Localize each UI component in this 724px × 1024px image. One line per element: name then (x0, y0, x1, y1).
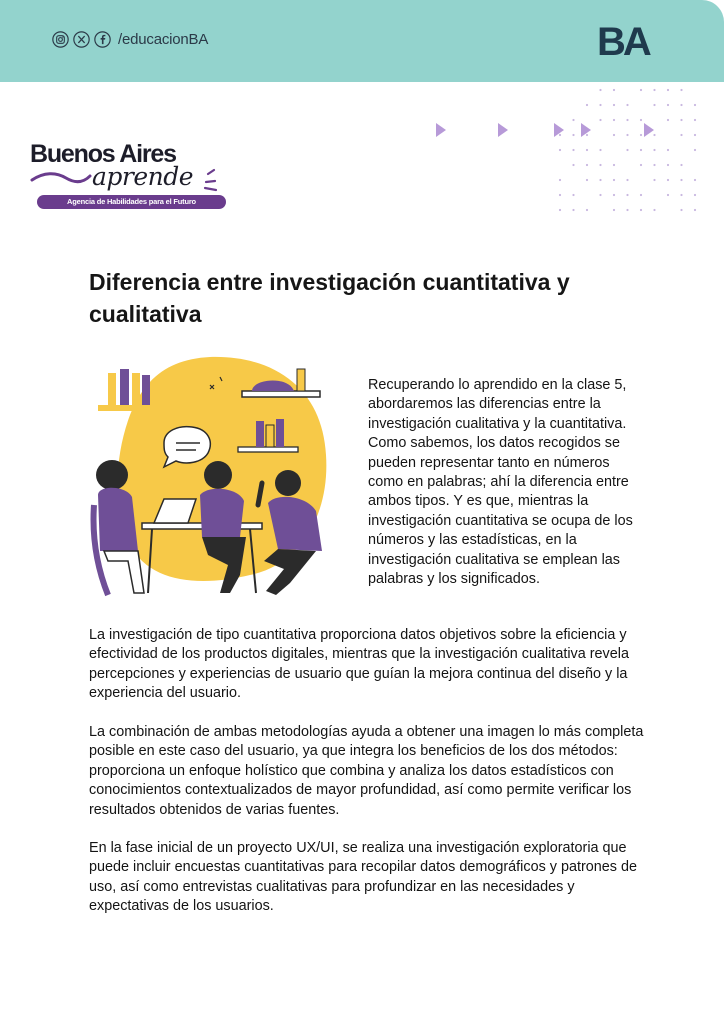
grid-dot (558, 133, 562, 137)
grid-dot (680, 208, 683, 212)
ba-logo: BA (597, 24, 654, 58)
grid-dot (626, 208, 629, 212)
body-paragraph-1: La investigación de tipo cuantitativa pr… (89, 627, 629, 702)
x-icon[interactable] (73, 31, 90, 48)
grid-dot (639, 88, 643, 92)
grid-dot (653, 103, 656, 107)
grid-dot (666, 103, 670, 107)
grid-dot (653, 148, 656, 152)
decorative-dot-grid (558, 88, 697, 212)
grid-dot (612, 208, 616, 212)
grid-dot (558, 208, 562, 212)
grid-dot (639, 148, 643, 152)
grid-dot (639, 208, 643, 212)
grid-dot (572, 118, 575, 122)
grid-dot (599, 163, 602, 167)
grid-dot (693, 148, 697, 152)
grid-dot (585, 178, 589, 182)
buenos-aires-aprende-logo: Buenos Aires aprende Agencia de Habilida… (30, 140, 230, 212)
grid-dot (626, 118, 629, 122)
facebook-icon[interactable] (94, 31, 111, 48)
arrow-icon (436, 123, 446, 137)
grid-dot (639, 193, 643, 197)
brand-script: aprende (92, 162, 194, 191)
grid-dot (585, 208, 589, 212)
grid-dot (558, 178, 562, 182)
grid-dot (626, 178, 629, 182)
grid-dot (612, 88, 616, 92)
grid-dot (599, 88, 602, 92)
grid-dot (572, 148, 575, 152)
grid-dot (612, 103, 616, 107)
team-meeting-illustration (90, 356, 327, 597)
grid-dot (680, 133, 683, 137)
body-paragraph-2: La combinación de ambas metodologías ayu… (89, 724, 644, 818)
grid-dot (585, 103, 589, 107)
grid-dot (599, 148, 602, 152)
grid-dot (612, 118, 616, 122)
grid-dot (639, 118, 643, 122)
ba-logo-text: BA (597, 24, 651, 58)
grid-dot (612, 133, 616, 137)
grid-dot (572, 133, 575, 137)
brand-tagline: Agencia de Habilidades para el Futuro (37, 195, 226, 209)
grid-dot (653, 208, 656, 212)
grid-dot (612, 178, 616, 182)
grid-dot (626, 193, 629, 197)
grid-dot (653, 163, 656, 167)
grid-dot (680, 163, 683, 167)
grid-dot (693, 193, 697, 197)
grid-dot (572, 163, 575, 167)
grid-dot (693, 208, 697, 212)
grid-dot (585, 163, 589, 167)
page-title: Diferencia entre investigación cuantitat… (89, 269, 570, 327)
grid-dot (680, 193, 683, 197)
grid-dot (626, 103, 629, 107)
body-paragraph-3: En la fase inicial de un proyecto UX/UI,… (89, 840, 637, 915)
grid-dot (693, 178, 697, 182)
grid-dot (612, 163, 616, 167)
grid-dot (680, 88, 683, 92)
grid-dot (599, 178, 602, 182)
grid-dot (558, 193, 562, 197)
grid-dot (693, 103, 697, 107)
grid-dot (666, 118, 670, 122)
grid-dot (585, 133, 589, 137)
grid-dot (626, 148, 629, 152)
grid-dot (626, 133, 629, 137)
grid-dot (612, 193, 616, 197)
social-handle[interactable]: /educacionBA (118, 31, 208, 48)
grid-dot (666, 193, 670, 197)
grid-dot (693, 133, 697, 137)
instagram-icon[interactable] (52, 31, 69, 48)
intro-paragraph: Recuperando lo aprendido en la clase 5, … (368, 377, 633, 588)
grid-dot (680, 118, 683, 122)
grid-dot (585, 148, 589, 152)
grid-dot (680, 103, 683, 107)
grid-dot (653, 88, 656, 92)
grid-dot (653, 178, 656, 182)
grid-dot (639, 133, 643, 137)
grid-dot (666, 178, 670, 182)
grid-dot (680, 178, 683, 182)
grid-dot (599, 193, 602, 197)
grid-dot (572, 193, 575, 197)
grid-dot (666, 163, 670, 167)
top-banner: /educacionBA BA (0, 0, 724, 82)
grid-dot (653, 133, 656, 137)
grid-dot (572, 208, 575, 212)
social-links: /educacionBA (52, 31, 208, 48)
grid-dot (693, 118, 697, 122)
grid-dot (639, 163, 643, 167)
grid-dot (599, 118, 602, 122)
grid-dot (599, 103, 602, 107)
grid-dot (666, 88, 670, 92)
arrow-icon (498, 123, 508, 137)
grid-dot (666, 148, 670, 152)
grid-dot (558, 148, 562, 152)
